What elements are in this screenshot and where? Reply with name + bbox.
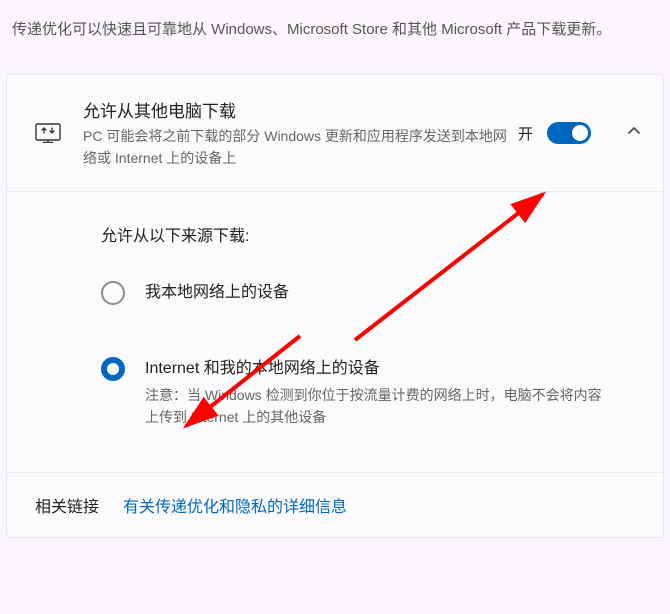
radio-internet[interactable] xyxy=(101,357,125,381)
allow-download-toggle[interactable] xyxy=(547,122,591,144)
source-option-local[interactable]: 我本地网络上的设备 xyxy=(101,280,603,306)
allow-download-subtitle: PC 可能会将之前下载的部分 Windows 更新和应用程序发送到本地网络或 I… xyxy=(83,126,518,169)
allow-download-header: 允许从其他电脑下载 PC 可能会将之前下载的部分 Windows 更新和应用程序… xyxy=(7,75,663,192)
allow-download-text: 允许从其他电脑下载 PC 可能会将之前下载的部分 Windows 更新和应用程序… xyxy=(83,97,518,169)
option-title: 我本地网络上的设备 xyxy=(145,280,603,306)
option-text: Internet 和我的本地网络上的设备 注意：当 Windows 检测到你位于… xyxy=(145,356,603,428)
download-sources-section: 允许从以下来源下载: 我本地网络上的设备 Internet 和我的本地网络上的设… xyxy=(7,192,663,473)
settings-card: 允许从其他电脑下载 PC 可能会将之前下载的部分 Windows 更新和应用程序… xyxy=(6,74,664,538)
page-description: 传递优化可以快速且可靠地从 Windows、Microsoft Store 和其… xyxy=(0,0,670,52)
related-label: 相关链接 xyxy=(35,493,99,517)
option-title: Internet 和我的本地网络上的设备 xyxy=(145,356,603,382)
source-option-internet[interactable]: Internet 和我的本地网络上的设备 注意：当 Windows 检测到你位于… xyxy=(101,356,603,428)
toggle-group: 开 xyxy=(518,122,641,144)
allow-download-title: 允许从其他电脑下载 xyxy=(83,97,518,122)
sources-title: 允许从以下来源下载: xyxy=(101,222,603,246)
related-links-row: 相关链接 有关传递优化和隐私的详细信息 xyxy=(7,473,663,537)
option-note: 注意：当 Windows 检测到你位于按流量计费的网络上时，电脑不会将内容上传到… xyxy=(145,384,603,429)
related-link-privacy[interactable]: 有关传递优化和隐私的详细信息 xyxy=(123,493,347,517)
chevron-up-icon[interactable] xyxy=(627,124,641,143)
radio-local[interactable] xyxy=(101,281,125,305)
delivery-optimization-icon xyxy=(35,123,61,143)
toggle-state-label: 开 xyxy=(518,123,533,144)
option-text: 我本地网络上的设备 xyxy=(145,280,603,306)
